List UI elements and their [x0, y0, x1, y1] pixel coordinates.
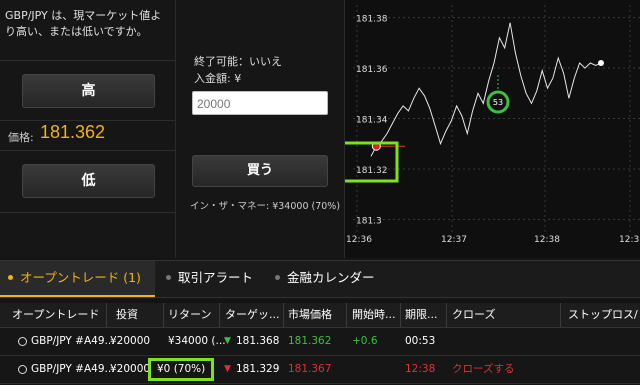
tab-dot-icon: [8, 275, 13, 280]
expiry-cell: 00:53: [405, 335, 436, 347]
price-label: 価格:: [8, 131, 34, 144]
column-header-trade[interactable]: オープントレード: [12, 303, 104, 327]
arrow-down-icon: ▼: [224, 364, 231, 374]
in-the-money-info: イン・ザ・マネー: ¥34000 (70%): [190, 201, 341, 212]
high-button[interactable]: 高: [22, 74, 155, 108]
y-tick-label: 181.38: [356, 15, 388, 25]
trades-table-header: オープントレード 投資 リターン ターゲッ... 市場価格 開始時... 期限.…: [0, 303, 640, 328]
low-button[interactable]: 低: [22, 164, 155, 198]
x-tick-label: 12:36: [346, 235, 372, 245]
tab-dot-icon: [275, 275, 280, 280]
price-line: [370, 22, 602, 157]
column-divider: [560, 303, 561, 327]
tab-label: オープントレード (1): [20, 270, 141, 285]
column-divider: [400, 303, 401, 327]
divider: [0, 212, 175, 213]
price-chart-svg: 181.38 181.36 181.34 181.32 181.3 12:36 12:37…: [335, 5, 640, 245]
current-price: 181.362: [40, 122, 106, 142]
target-cell: 181.368: [236, 335, 280, 347]
column-header-stop-loss[interactable]: ストップロス/: [568, 303, 640, 327]
table-row[interactable]: GBP/JPY #A49... ¥20000 ¥34000 (... ▼ 181…: [0, 328, 640, 356]
divider: [0, 60, 175, 61]
investment-cell: ¥20000: [110, 335, 151, 347]
trade-asset: GBP/JPY #A49...: [31, 335, 115, 347]
column-header-investment[interactable]: 投資: [116, 303, 161, 327]
trade-asset: GBP/JPY #A49...: [31, 363, 115, 375]
buy-button[interactable]: 買う: [192, 155, 328, 187]
trade-asset-cell: GBP/JPY #A49...: [18, 328, 115, 355]
arrow-up-icon: ▼: [224, 336, 231, 346]
column-divider: [106, 303, 107, 327]
column-header-market-price[interactable]: 市場価格: [288, 303, 343, 327]
column-divider: [346, 303, 347, 327]
return-cell: ¥34000 (...: [168, 335, 226, 347]
tab-economic-calendar[interactable]: 金融カレンダー: [267, 261, 375, 295]
tab-label: 金融カレンダー: [287, 270, 375, 285]
column-divider: [283, 303, 284, 327]
trade-asset-cell: GBP/JPY #A49...: [18, 356, 115, 383]
x-tick-label: 12:38: [534, 235, 560, 245]
column-header-return[interactable]: リターン: [168, 303, 216, 327]
y-tick-label: 181.34: [356, 116, 388, 126]
divider: [0, 120, 175, 121]
divider: [0, 150, 175, 151]
clock-icon: [18, 336, 27, 346]
column-header-start-time[interactable]: 開始時...: [352, 303, 398, 327]
column-header-target[interactable]: ターゲッ...: [225, 303, 281, 327]
column-divider: [446, 303, 447, 327]
market-price-cell: 181.362: [288, 335, 332, 347]
question-text: GBP/JPY は、現マーケット値より高い、または低いですか。: [5, 9, 162, 38]
expiry-countdown: 53: [493, 98, 503, 107]
market-price-cell: 181.367: [288, 363, 332, 375]
close-trade-link[interactable]: クローズする: [452, 356, 514, 383]
tab-open-trades[interactable]: オープントレード (1): [0, 261, 155, 297]
bottom-tab-bar: オープントレード (1) 取引アラート 金融カレンダー: [0, 260, 640, 298]
current-price-dot: [598, 60, 604, 67]
y-tick-label: 181.32: [356, 166, 388, 176]
column-divider: [219, 303, 220, 327]
table-row[interactable]: GBP/JPY #A49... ¥20000 ¥0 (70%) ▼ 181.32…: [0, 356, 640, 384]
column-divider: [163, 303, 164, 327]
y-tick-label: 181.3: [356, 216, 382, 226]
return-cell: ¥0 (70%): [148, 358, 215, 381]
deposit-label: 入金額: ¥: [194, 72, 242, 85]
tab-label: 取引アラート: [178, 270, 254, 285]
investment-cell: ¥20000: [110, 363, 151, 375]
tab-trade-alerts[interactable]: 取引アラート: [158, 261, 253, 295]
clock-icon: [18, 364, 27, 374]
target-cell: 181.329: [236, 363, 280, 375]
price-chart: 181.38 181.36 181.34 181.32 181.3 12:36 12:37…: [335, 0, 640, 258]
column-header-close[interactable]: クローズ: [452, 303, 552, 327]
amount-input[interactable]: 20000: [192, 91, 328, 115]
tab-dot-icon: [166, 275, 171, 280]
investment-panel: [176, 0, 345, 258]
x-tick-label: 12:37: [441, 235, 467, 245]
y-tick-label: 181.36: [356, 65, 388, 75]
change-cell: +0.6: [352, 335, 378, 347]
column-header-expiry[interactable]: 期限...: [405, 303, 443, 327]
expiry-cell: 12:38: [405, 363, 436, 375]
closable-status: 終了可能：いいえ: [194, 55, 282, 68]
x-tick-label: 12:3: [619, 235, 639, 245]
